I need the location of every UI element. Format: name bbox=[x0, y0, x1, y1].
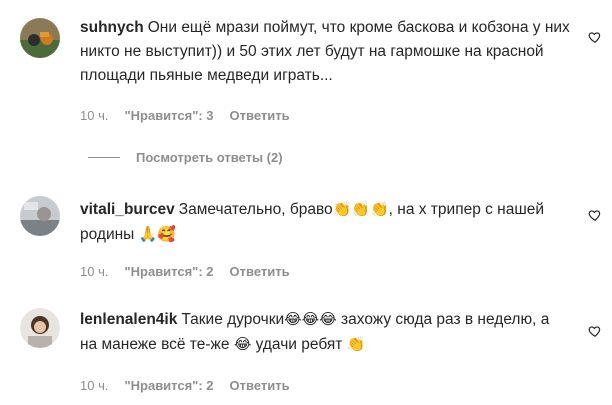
comment-meta: 10 ч. "Нравится": 2 Ответить bbox=[80, 264, 306, 279]
laughing-emoji: 😂 bbox=[233, 335, 252, 353]
comment-body: suhnych Они ещё мрази поймут, что кроме б… bbox=[80, 16, 570, 88]
reply-button[interactable]: Ответить bbox=[230, 108, 290, 123]
comment-username[interactable]: vitali_burcev bbox=[80, 201, 175, 218]
clapping-emoji: 👏 bbox=[346, 335, 366, 353]
comment-meta: 10 ч. "Нравится": 3 Ответить bbox=[80, 108, 306, 123]
divider bbox=[88, 157, 120, 158]
reply-button[interactable]: Ответить bbox=[230, 264, 290, 279]
comment-text: Замечательно, браво bbox=[178, 201, 333, 218]
avatar[interactable] bbox=[20, 18, 60, 58]
laughing-emoji: 😂😂😂 bbox=[284, 310, 337, 328]
view-replies-label: Посмотреть ответы (2) bbox=[136, 150, 283, 165]
avatar[interactable] bbox=[20, 196, 60, 236]
comment-body: lenlenalen4ik Такие дурочки😂😂😂 захожу сюд… bbox=[80, 307, 570, 357]
likes-count[interactable]: "Нравится": 3 bbox=[124, 108, 213, 123]
comment-username[interactable]: lenlenalen4ik bbox=[80, 311, 177, 328]
avatar[interactable] bbox=[20, 308, 60, 348]
heart-outline-icon[interactable] bbox=[588, 208, 602, 222]
comment-text: Они ещё мрази поймут, что кроме баскова … bbox=[80, 19, 570, 84]
comment-username[interactable]: suhnych bbox=[80, 19, 144, 36]
emoji: 🙏🥰 bbox=[138, 225, 176, 243]
comment-body: vitali_burcev Замечательно, браво👏👏👏, на … bbox=[80, 197, 570, 247]
likes-count[interactable]: "Нравится": 2 bbox=[124, 378, 213, 393]
comment-text: Такие дурочки bbox=[181, 311, 285, 328]
view-replies-button[interactable]: Посмотреть ответы (2) bbox=[88, 150, 283, 165]
comment-time[interactable]: 10 ч. bbox=[80, 108, 108, 123]
comment-text: удачи ребят bbox=[251, 336, 347, 353]
likes-count[interactable]: "Нравится": 2 bbox=[124, 264, 213, 279]
clapping-emoji: 👏👏👏 bbox=[332, 200, 389, 218]
comment-time[interactable]: 10 ч. bbox=[80, 264, 108, 279]
comment-meta: 10 ч. "Нравится": 2 Ответить bbox=[80, 378, 306, 393]
reply-button[interactable]: Ответить bbox=[230, 378, 290, 393]
heart-outline-icon[interactable] bbox=[588, 324, 602, 338]
heart-outline-icon[interactable] bbox=[588, 30, 602, 44]
comment-time[interactable]: 10 ч. bbox=[80, 378, 108, 393]
